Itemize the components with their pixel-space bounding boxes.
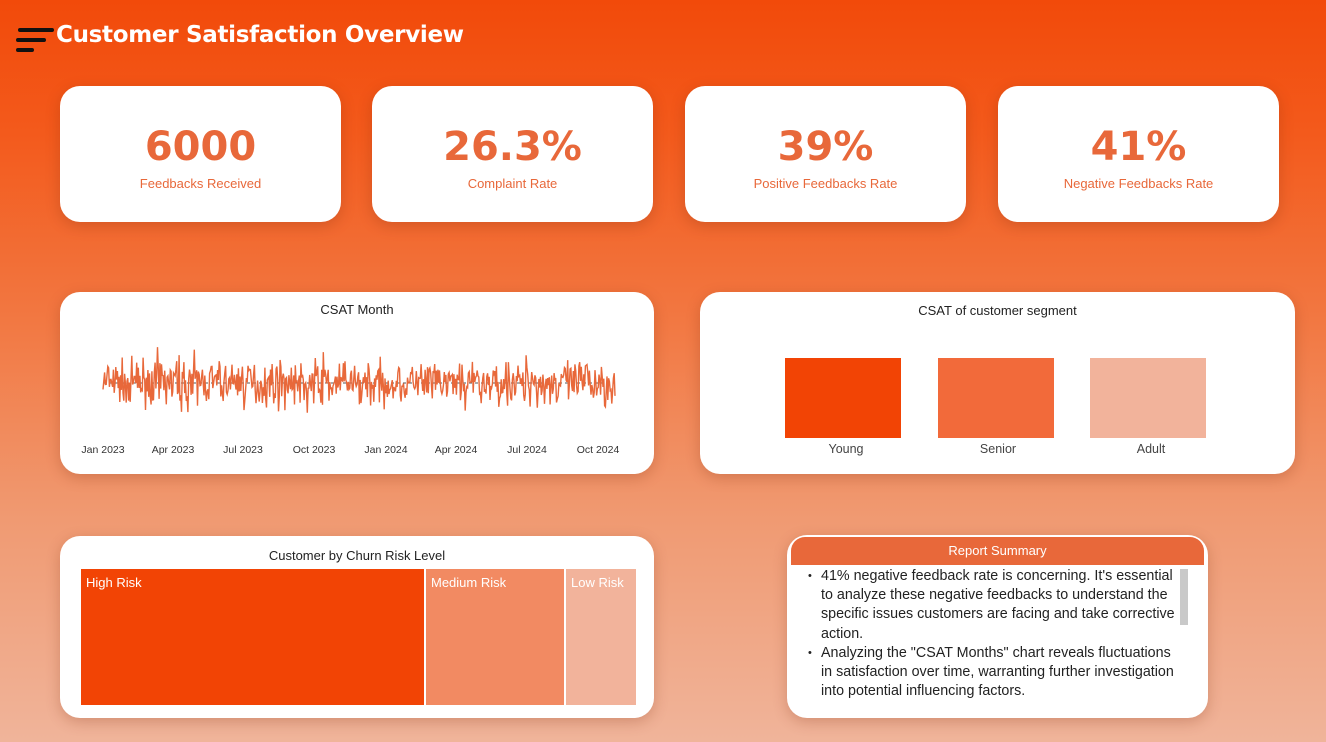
- scrollbar[interactable]: [1180, 569, 1188, 625]
- x-tick-label: Jan 2023: [81, 444, 125, 456]
- kpi-value: 39%: [777, 124, 874, 170]
- kpi-label: Feedbacks Received: [139, 176, 262, 191]
- bar-adult[interactable]: [1090, 358, 1206, 438]
- treemap-label: Low Risk: [571, 575, 624, 590]
- kpi-value: 41%: [1090, 124, 1187, 170]
- treemap-cell-medium-risk[interactable]: Medium Risk: [426, 569, 564, 705]
- category-label: Adult: [1136, 442, 1166, 456]
- x-tick-label: Jan 2024: [364, 444, 408, 456]
- chart-title: Customer by Churn Risk Level: [268, 548, 446, 563]
- report-summary-panel[interactable]: Report Summary 41% negative feedback rat…: [787, 535, 1208, 718]
- kpi-card-feedbacks-received: 6000 Feedbacks Received: [60, 86, 341, 222]
- x-tick-label: Jul 2024: [507, 444, 547, 456]
- treemap-label: Medium Risk: [431, 575, 507, 590]
- kpi-value: 26.3%: [443, 124, 582, 170]
- x-tick-label: Jul 2023: [223, 444, 263, 456]
- kpi-card-positive-feedbacks-rate: 39% Positive Feedbacks Rate: [685, 86, 966, 222]
- summary-point: 41% negative feedback rate is concerning…: [808, 567, 1182, 644]
- category-label: Senior: [979, 442, 1017, 456]
- csat-month-chart[interactable]: CSAT Month Jan 2023 Apr 2023 Jul 2023 Oc…: [60, 292, 654, 474]
- treemap-label: High Risk: [86, 575, 142, 590]
- chart-title: CSAT Month: [320, 302, 394, 317]
- summary-title: Report Summary: [791, 537, 1204, 565]
- summary-point: Analyzing the "CSAT Months" chart reveal…: [808, 644, 1182, 702]
- csat-segment-chart[interactable]: CSAT of customer segment Young Senior Ad…: [700, 292, 1295, 474]
- kpi-card-negative-feedbacks-rate: 41% Negative Feedbacks Rate: [998, 86, 1279, 222]
- treemap-cell-high-risk[interactable]: High Risk: [81, 569, 424, 705]
- kpi-label: Negative Feedbacks Rate: [1063, 176, 1214, 191]
- kpi-value: 6000: [144, 124, 257, 170]
- bar-young[interactable]: [785, 358, 901, 438]
- x-tick-label: Oct 2023: [292, 444, 336, 456]
- kpi-label: Complaint Rate: [467, 176, 558, 191]
- treemap-cell-low-risk[interactable]: Low Risk: [566, 569, 636, 705]
- csat-line-plot: [102, 347, 616, 413]
- csat-series-line: [102, 347, 616, 413]
- category-label: Young: [828, 442, 864, 456]
- x-tick-label: Apr 2024: [434, 444, 478, 456]
- churn-risk-treemap[interactable]: Customer by Churn Risk Level High Risk M…: [60, 536, 654, 718]
- kpi-label: Positive Feedbacks Rate: [753, 176, 898, 191]
- page-title: Customer Satisfaction Overview: [56, 22, 464, 48]
- chart-title: CSAT of customer segment: [918, 303, 1077, 318]
- x-tick-label: Oct 2024: [576, 444, 620, 456]
- bar-senior[interactable]: [938, 358, 1054, 438]
- kpi-card-complaint-rate: 26.3% Complaint Rate: [372, 86, 653, 222]
- summary-list: 41% negative feedback rate is concerning…: [808, 567, 1182, 702]
- x-tick-label: Apr 2023: [151, 444, 195, 456]
- hamburger-menu-icon[interactable]: [14, 26, 54, 56]
